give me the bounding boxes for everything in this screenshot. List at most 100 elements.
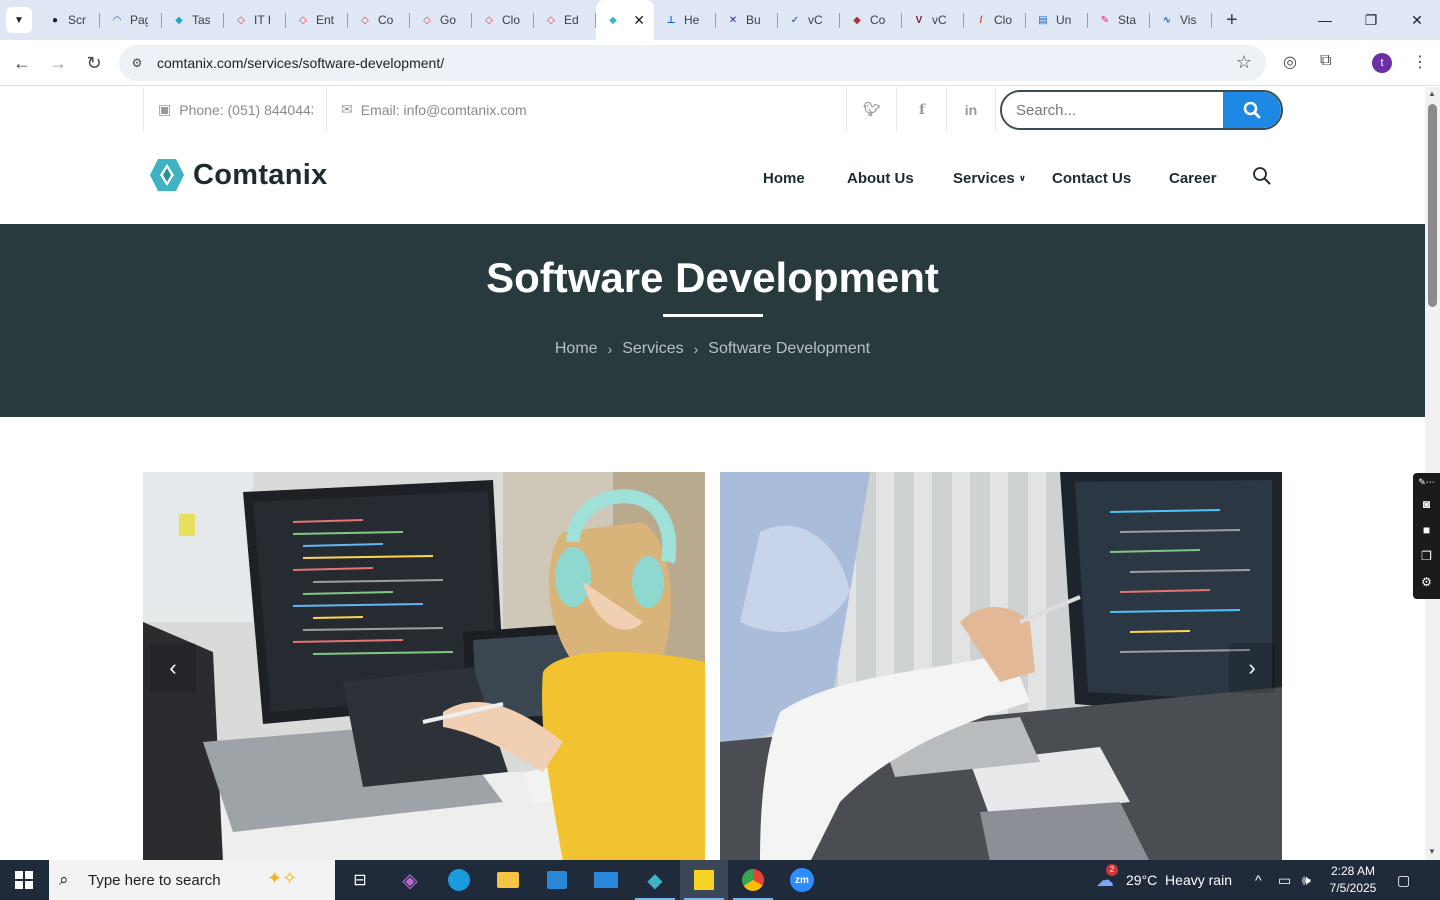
store-icon: [547, 871, 567, 889]
tab-favicon-icon: ◇: [361, 14, 369, 26]
browser-tab[interactable]: ✕ Bu: [716, 0, 778, 40]
volume-icon[interactable]: 🕪︎: [1302, 860, 1311, 900]
page-title: Software Development: [486, 254, 939, 301]
nav-career[interactable]: Career: [1169, 132, 1217, 224]
site-search-button[interactable]: [1223, 92, 1281, 128]
page-viewport: ▣ Phone: (051) 8440443 ✉ Email: info@com…: [0, 87, 1425, 860]
browser-tab[interactable]: ◇ Clo: [472, 0, 534, 40]
task-view-button[interactable]: ⊟: [336, 860, 384, 900]
browser-tab[interactable]: ▤ Un: [1026, 0, 1088, 40]
notifications-button[interactable]: ▢: [1397, 860, 1410, 900]
minimize-button[interactable]: —: [1302, 0, 1348, 40]
store-app[interactable]: [533, 860, 581, 900]
start-button[interactable]: [0, 860, 48, 900]
nav-services[interactable]: Services ∨: [953, 132, 1026, 224]
browser-tab[interactable]: ∿ Vis: [1150, 0, 1212, 40]
network-icon[interactable]: ▭: [1278, 860, 1291, 900]
divider: [326, 87, 327, 132]
browser-tab[interactable]: ✓ vC: [778, 0, 840, 40]
site-logo[interactable]: Comtanix: [149, 158, 328, 192]
nav-search-button[interactable]: [1252, 166, 1271, 190]
address-url[interactable]: comtanix.com/services/software-developme…: [157, 55, 444, 71]
site-info-icon[interactable]: ⚙: [128, 54, 146, 72]
browser-tab[interactable]: / Clo: [964, 0, 1026, 40]
linkedin-link[interactable]: in: [946, 87, 996, 132]
browser-tab[interactable]: ◇ Co: [348, 0, 410, 40]
browser-tab[interactable]: ✎ Sta: [1088, 0, 1150, 40]
tab-favicon-icon: ✕: [728, 14, 738, 26]
browser-tab[interactable]: ⊥ He: [654, 0, 716, 40]
scroll-up-icon[interactable]: ▲: [1428, 89, 1436, 98]
profile-avatar[interactable]: t: [1372, 53, 1392, 73]
chrome-app[interactable]: [729, 860, 777, 900]
tab-favicon-icon: ◆: [175, 14, 183, 26]
nav-about[interactable]: About Us: [847, 132, 914, 224]
tab-favicon-icon: ◠: [113, 14, 121, 26]
slider-prev-button[interactable]: ‹: [150, 643, 196, 693]
browser-tab[interactable]: ◇ Ent: [286, 0, 348, 40]
title-underline: [663, 314, 763, 317]
address-bar[interactable]: ⚙ comtanix.com/services/software-develop…: [119, 45, 1266, 81]
breadcrumb-services[interactable]: Services: [622, 340, 683, 358]
video-icon[interactable]: ■: [1413, 517, 1440, 543]
gear-icon[interactable]: ⚙: [1413, 569, 1440, 595]
comtanix-app[interactable]: ◆: [631, 860, 679, 900]
browser-tab[interactable]: ◠ Pag: [100, 0, 162, 40]
tab-title: Sta: [1118, 13, 1136, 27]
nav-contact[interactable]: Contact Us: [1052, 132, 1131, 224]
slider-next-button[interactable]: ›: [1229, 643, 1275, 693]
twitter-icon: 🐦︎: [863, 101, 881, 117]
nav-about-label: About Us: [847, 169, 914, 187]
page-hero: Software Development Home › Services › S…: [0, 224, 1425, 417]
back-button[interactable]: ←: [9, 50, 35, 76]
restore-button[interactable]: ❐: [1348, 0, 1394, 40]
browser-tab[interactable]: ◇ Go: [410, 0, 472, 40]
arrow-right-icon: →: [49, 52, 67, 73]
tab-favicon-icon: ◆: [609, 14, 617, 26]
zoom-icon: zm: [790, 868, 814, 892]
weather-widget[interactable]: ☁ 2 29°C Heavy rain: [1096, 860, 1232, 900]
browser-tab-active[interactable]: ◆ ✕: [596, 0, 654, 40]
site-search-input[interactable]: [1002, 92, 1224, 128]
scrollbar-thumb[interactable]: [1428, 104, 1437, 307]
file-explorer-app[interactable]: [484, 860, 532, 900]
edit-dots-icon[interactable]: ✎⋯: [1413, 473, 1440, 491]
taskbar-search[interactable]: ⌕ Type here to search ✦✧: [49, 860, 335, 900]
twitter-link[interactable]: 🐦︎: [847, 87, 897, 132]
extensions-icon[interactable]: ⧉: [1320, 52, 1331, 70]
tab-search-button[interactable]: ▼: [6, 7, 32, 33]
edge-app[interactable]: [435, 860, 483, 900]
forward-button[interactable]: →: [45, 50, 71, 76]
tab-title: Pag: [130, 13, 148, 27]
tab-title: vC: [808, 13, 823, 27]
zoom-app[interactable]: zm: [778, 860, 826, 900]
nav-career-label: Career: [1169, 169, 1217, 187]
browser-tab[interactable]: ● Scr: [38, 0, 100, 40]
system-clock[interactable]: 2:28 AM 7/5/2025: [1322, 863, 1384, 897]
new-tab-button[interactable]: +: [1226, 10, 1238, 30]
sticky-notes-app[interactable]: [680, 860, 728, 900]
facebook-link[interactable]: f: [897, 87, 947, 132]
tab-favicon-icon: ◇: [485, 14, 493, 26]
window-icon[interactable]: ❐: [1413, 543, 1440, 569]
browser-tab[interactable]: VvC: [902, 0, 964, 40]
breadcrumb-home[interactable]: Home: [555, 340, 598, 358]
browser-tab[interactable]: ◇ Ed: [534, 0, 596, 40]
scroll-down-icon[interactable]: ▼: [1428, 847, 1436, 856]
reload-button[interactable]: ↻: [81, 50, 107, 76]
tray-overflow-button[interactable]: ^: [1255, 860, 1262, 900]
close-window-button[interactable]: ✕: [1394, 0, 1440, 40]
browser-tab[interactable]: ◇ IT I: [224, 0, 286, 40]
bookmark-star-icon[interactable]: ☆: [1236, 52, 1252, 73]
nav-home[interactable]: Home: [763, 132, 805, 224]
camera-icon[interactable]: ◙: [1413, 491, 1440, 517]
copilot-app[interactable]: ◈: [386, 860, 434, 900]
tab-list: ●Scr◠Pag◆Tas◇IT I◇Ent◇Co◇Go◇Clo◇Ed◆✕⊥He✕…: [38, 0, 1212, 40]
mail-app[interactable]: [582, 860, 630, 900]
browser-tab[interactable]: ◆ Co: [840, 0, 902, 40]
translate-icon[interactable]: ◎: [1283, 52, 1297, 72]
browser-tab[interactable]: ◆ Tas: [162, 0, 224, 40]
close-tab-icon[interactable]: ✕: [633, 12, 645, 29]
menu-kebab-icon[interactable]: ⋮: [1412, 52, 1428, 72]
mail-icon: [594, 872, 618, 888]
